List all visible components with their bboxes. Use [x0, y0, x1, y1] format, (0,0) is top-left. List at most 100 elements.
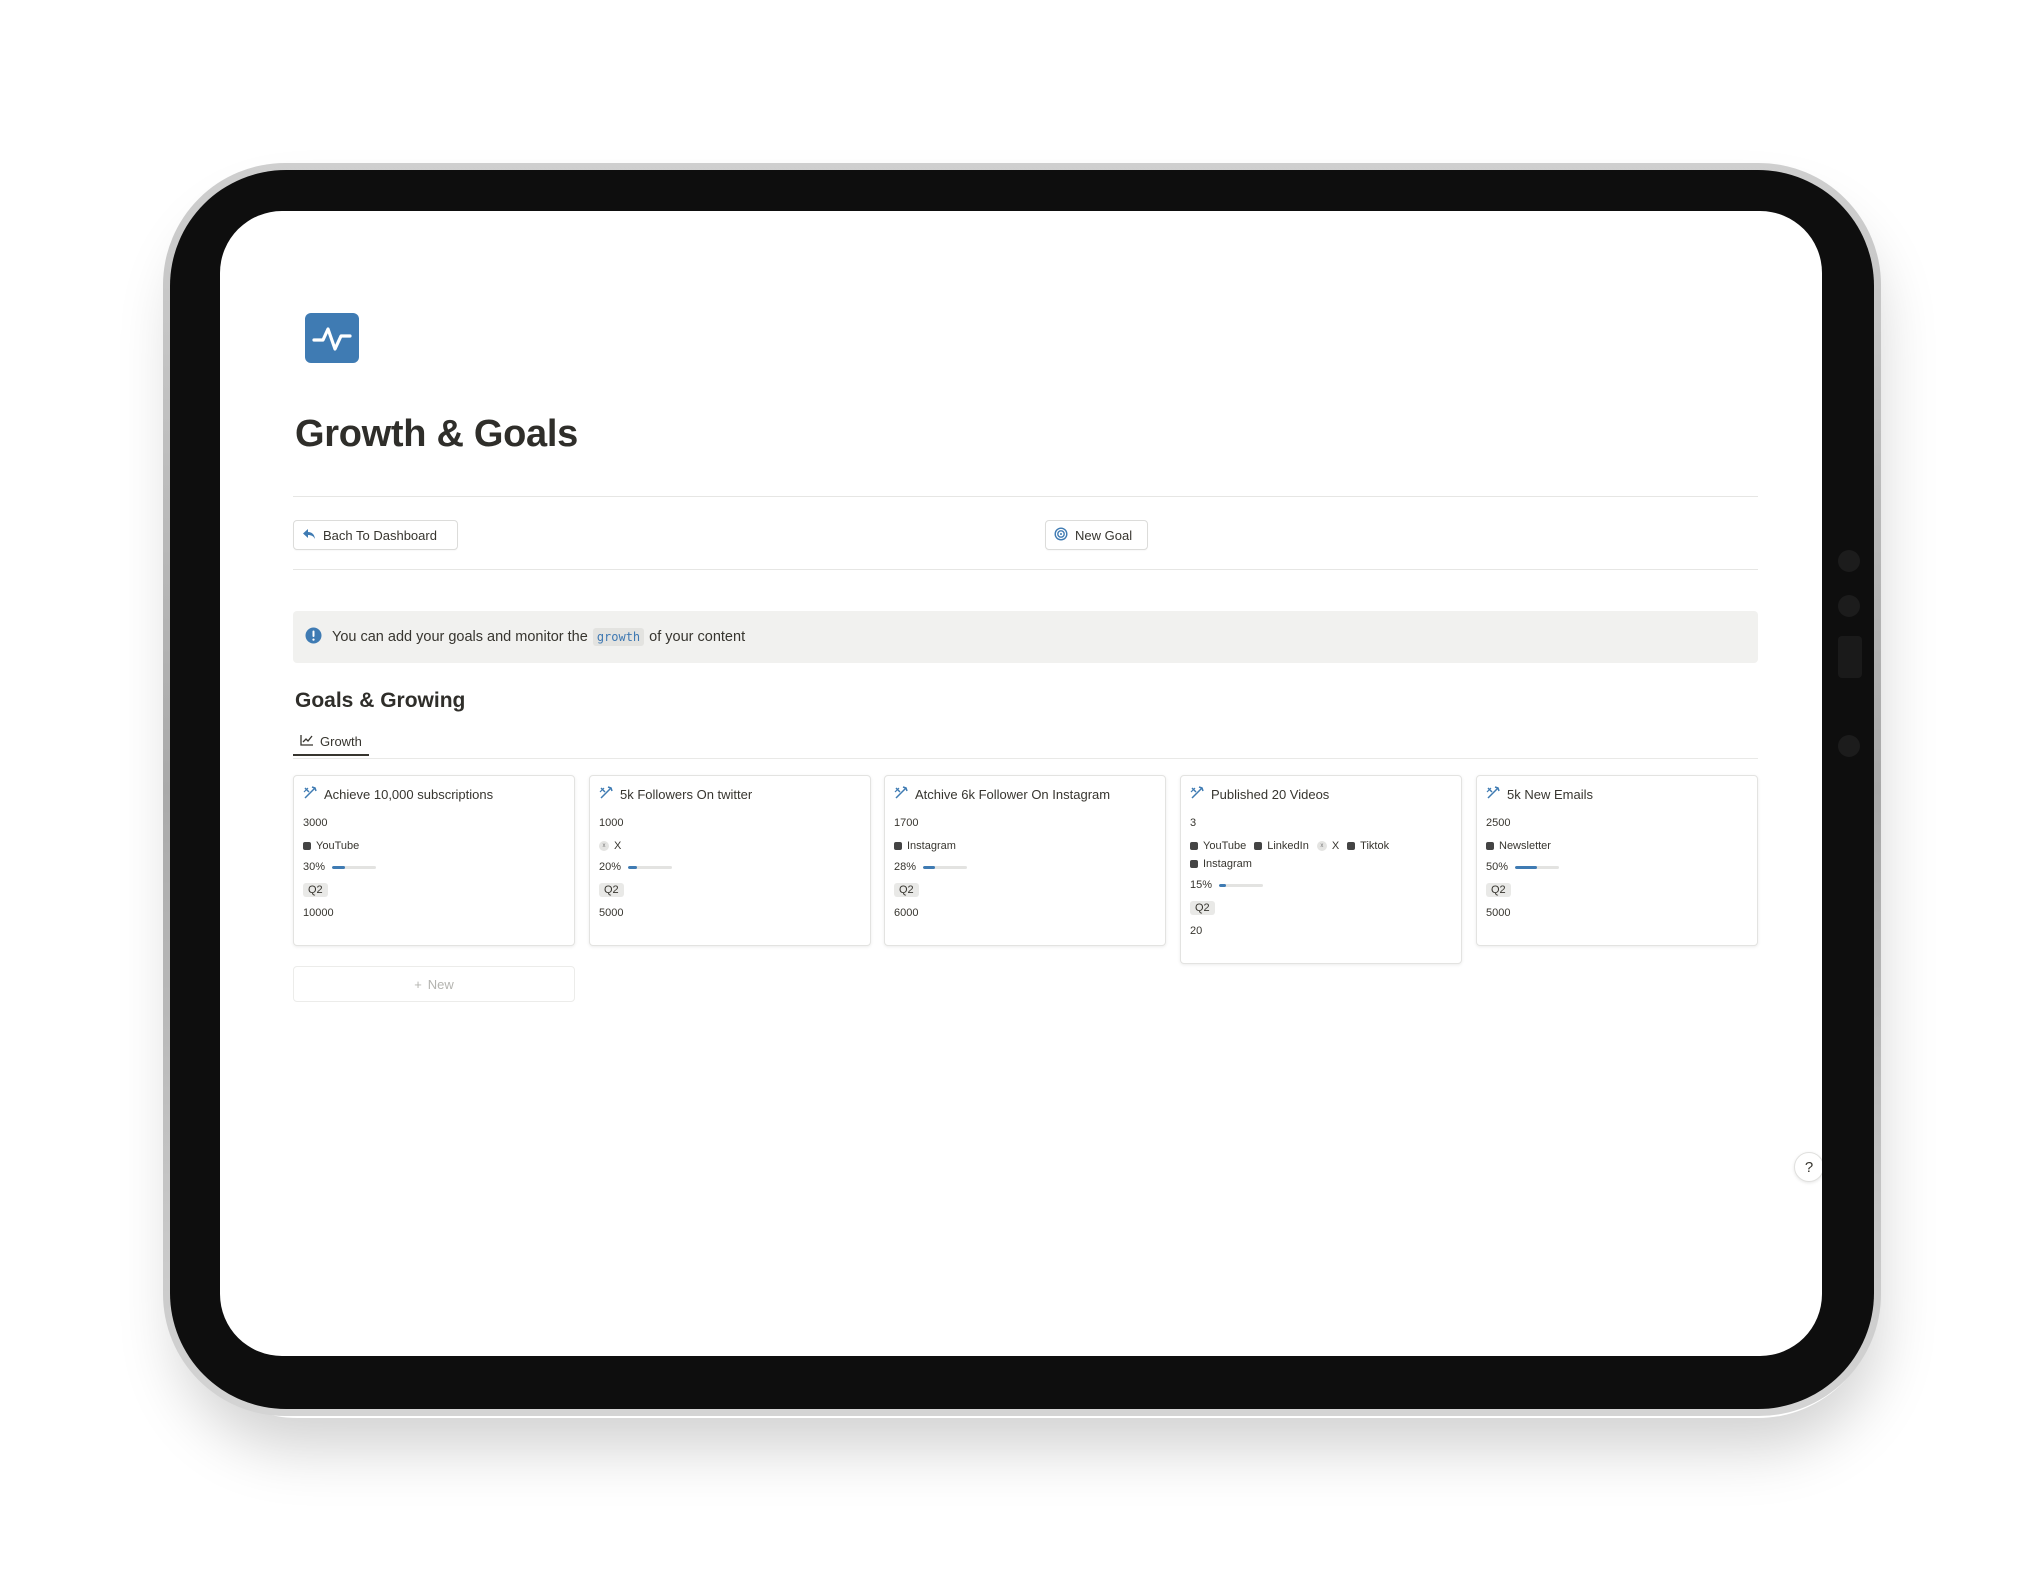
new-goal-button[interactable]: New Goal	[1045, 520, 1148, 550]
progress: 20%	[599, 859, 861, 875]
goal-card[interactable]: 5k New Emails 2500 Newsletter 50% Q2 500…	[1476, 775, 1758, 946]
archery-target-icon	[599, 785, 614, 803]
card-title-text: Atchive 6k Follower On Instagram	[915, 786, 1111, 802]
side-sensor-3	[1838, 636, 1862, 678]
side-sensor-2	[1838, 595, 1860, 617]
platform-chip: LinkedIn	[1254, 839, 1309, 853]
goal-card[interactable]: Published 20 Videos 3 YouTube LinkedIn x X T…	[1180, 775, 1462, 964]
info-callout: You can add your goals and monitor the gr…	[293, 611, 1758, 663]
plus-icon: +	[414, 976, 422, 992]
new-goal-label: New Goal	[1075, 527, 1133, 543]
progress-label: 50%	[1486, 861, 1509, 873]
platform-name: Newsletter	[1499, 840, 1551, 852]
card-title: 5k New Emails	[1486, 785, 1748, 803]
progress-bar-fill	[332, 865, 346, 869]
platform-chip: Tiktok	[1347, 839, 1389, 853]
card-title-text: 5k Followers On twitter	[620, 786, 753, 802]
goal-card[interactable]: Achieve 10,000 subscriptions 3000 YouTub…	[293, 775, 575, 946]
progress-label: 20%	[599, 861, 622, 873]
platform-chip: Instagram	[1190, 857, 1252, 871]
callout-text-start: You can add your goals and monitor the	[332, 629, 588, 645]
platform-list: YouTube	[303, 839, 565, 853]
platform-chip: Instagram	[894, 839, 956, 853]
platform-chip: xX	[599, 839, 621, 853]
progress-bar	[1515, 865, 1560, 869]
quarter-tag: Q2	[1190, 901, 1215, 915]
tab-growth[interactable]: Growth	[293, 728, 369, 756]
platform-name: X	[1331, 840, 1340, 852]
new-card-button[interactable]: + New	[293, 966, 575, 1002]
x-logo-icon: x	[599, 841, 609, 851]
platform-name: YouTube	[316, 840, 360, 852]
platform-chip: YouTube	[303, 839, 359, 853]
quarter-tag: Q2	[1486, 883, 1511, 897]
platform-name: X	[614, 840, 622, 852]
platform-list: xX	[599, 839, 861, 853]
page-title: Growth & Goals	[295, 413, 578, 455]
back-to-dashboard-label: Bach To Dashboard	[323, 527, 437, 543]
help-label: ?	[1804, 1158, 1814, 1176]
platform-list: Newsletter	[1486, 839, 1748, 853]
help-button[interactable]: ?	[1794, 1152, 1822, 1182]
platform-icon	[894, 842, 902, 850]
back-to-dashboard-button[interactable]: Bach To Dashboard	[293, 520, 458, 550]
current-value: 1700	[894, 817, 919, 829]
platform-icon	[1190, 860, 1198, 868]
target-value: 5000	[599, 907, 624, 919]
progress: 15%	[1190, 877, 1452, 893]
platform-icon	[1347, 842, 1356, 850]
platform-name: Tiktok	[1360, 840, 1390, 852]
quarter-tag: Q2	[894, 883, 919, 897]
activity-pulse-icon	[305, 313, 359, 363]
target-value: 6000	[894, 907, 919, 919]
divider-bottom	[293, 569, 1758, 570]
card-title: Achieve 10,000 subscriptions	[303, 785, 565, 803]
card-title: Published 20 Videos	[1190, 785, 1452, 803]
callout-code: growth	[592, 628, 645, 646]
goal-card[interactable]: Atchive 6k Follower On Instagram 1700 In…	[884, 775, 1166, 946]
quarter-tag: Q2	[303, 883, 328, 897]
platform-name: Instagram	[1203, 858, 1252, 870]
platform-name: YouTube	[1203, 840, 1247, 852]
progress-bar	[628, 865, 673, 869]
progress-bar-fill	[628, 865, 637, 869]
callout-text-end: of your content	[649, 629, 746, 645]
platform-chip: xX	[1316, 839, 1340, 853]
screen: Growth & Goals Bach To Dashboard New Goa…	[220, 211, 1822, 1356]
current-value: 3	[1190, 817, 1197, 829]
platform-chip: YouTube	[1190, 839, 1246, 853]
platform-icon	[1486, 842, 1494, 850]
platform-list: YouTube LinkedIn x X Tiktok Instagram	[1190, 839, 1452, 871]
progress-bar-fill	[1219, 883, 1226, 887]
platform-chip: Newsletter	[1486, 839, 1551, 853]
progress: 30%	[303, 859, 565, 875]
current-value: 1000	[599, 817, 624, 829]
progress-bar	[332, 865, 377, 869]
quarter-tag: Q2	[599, 883, 624, 897]
line-chart-icon	[300, 734, 314, 749]
platform-icon	[303, 842, 311, 850]
divider-top	[293, 496, 1758, 497]
side-sensor-4	[1838, 735, 1860, 757]
current-value: 3000	[303, 817, 328, 829]
progress-label: 30%	[303, 861, 326, 873]
platform-list: Instagram	[894, 839, 1156, 853]
platform-icon	[1190, 842, 1198, 850]
tab-underline	[293, 758, 1758, 759]
platform-name: Instagram	[907, 840, 956, 852]
target-icon	[1054, 526, 1068, 544]
platform-icon	[1254, 842, 1263, 850]
tab-growth-label: Growth	[320, 733, 362, 749]
x-logo-icon: x	[1316, 841, 1327, 851]
card-title-text: Achieve 10,000 subscriptions	[324, 786, 494, 802]
progress: 28%	[894, 859, 1156, 875]
progress-bar	[1219, 883, 1264, 887]
archery-target-icon	[894, 785, 909, 803]
progress-bar-fill	[923, 865, 936, 869]
side-sensor-1	[1838, 550, 1860, 572]
goal-card[interactable]: 5k Followers On twitter 1000 xX 20% Q2 5…	[589, 775, 871, 946]
exclamation-circle-icon	[305, 627, 322, 648]
target-value: 5000	[1486, 907, 1511, 919]
new-card-label: New	[427, 976, 454, 992]
card-title: 5k Followers On twitter	[599, 785, 861, 803]
